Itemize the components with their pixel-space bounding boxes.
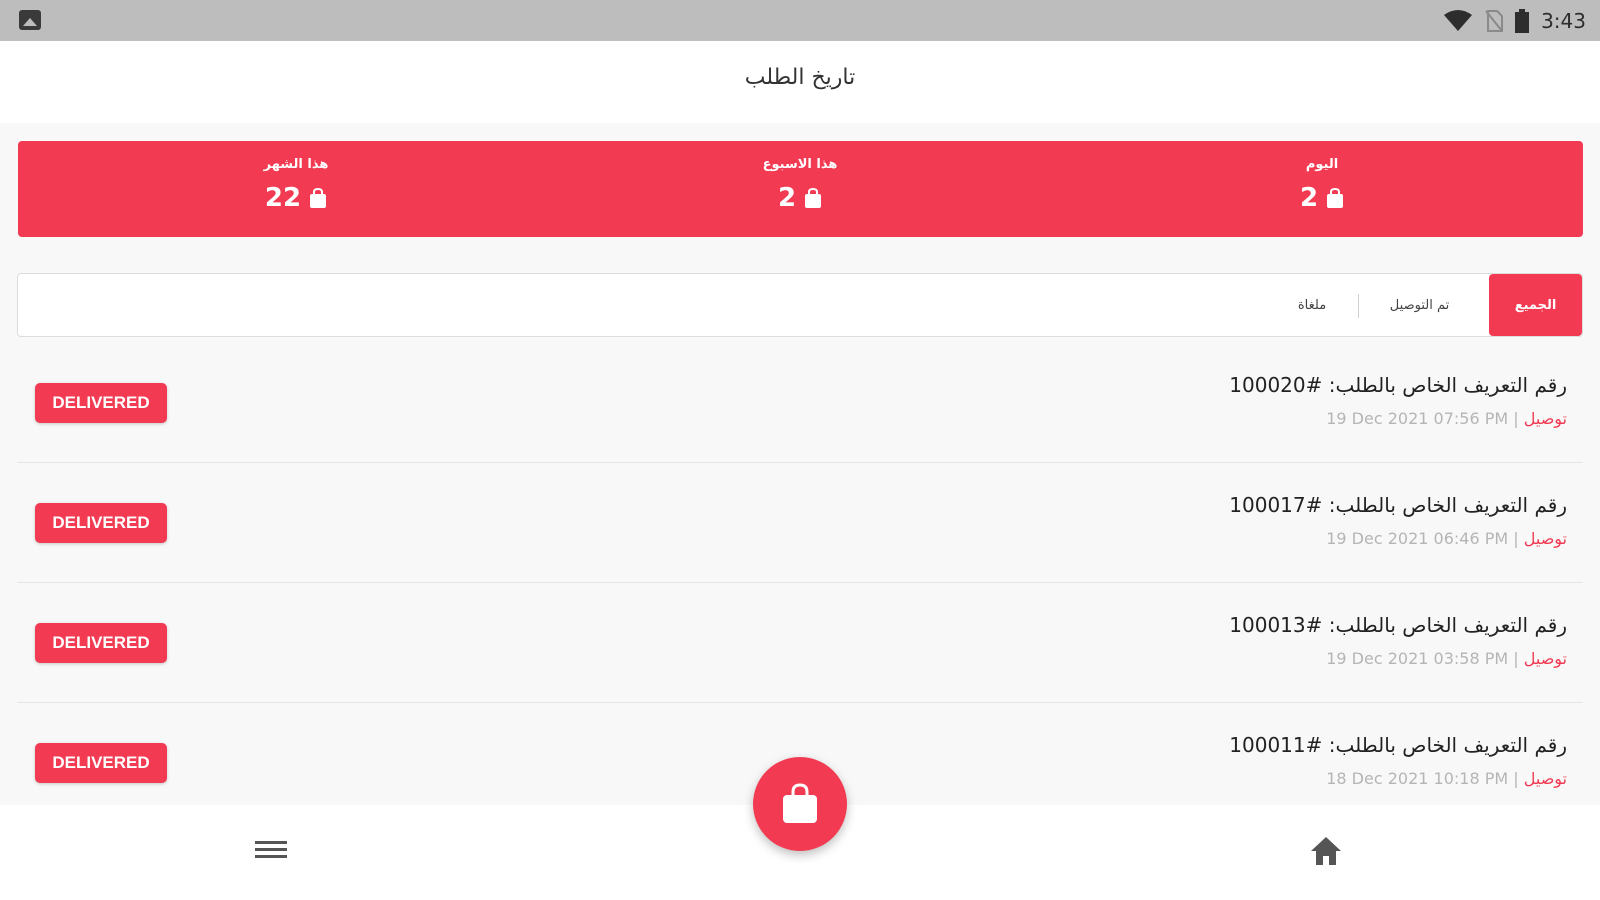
order-type: توصيل [1523, 769, 1567, 788]
stats-banner: هذا الشهر 22 هذا الاسبوع 2 اليوم 2 [18, 141, 1583, 237]
clock-time: 3:43 [1541, 9, 1586, 33]
order-meta: توصيل | 19 Dec 2021 06:46 PM [1326, 529, 1567, 548]
menu-icon[interactable] [255, 837, 289, 865]
wifi-icon [1444, 10, 1473, 31]
order-row[interactable]: DELIVERED رقم التعريف الخاص بالطلب: #100… [17, 583, 1583, 703]
status-badge: DELIVERED [35, 743, 167, 783]
status-icons: 3:43 [1443, 6, 1586, 36]
order-type: توصيل [1523, 649, 1567, 668]
bag-icon [1327, 188, 1344, 208]
stat-today: اليوم 2 [1222, 141, 1422, 237]
order-id: رقم التعريف الخاص بالطلب: #100011 [1229, 733, 1567, 757]
battery-icon [1515, 9, 1530, 33]
cart-fab-button[interactable] [753, 757, 847, 851]
order-id: رقم التعريف الخاص بالطلب: #100017 [1229, 493, 1567, 517]
orders-list: DELIVERED رقم التعريف الخاص بالطلب: #100… [17, 343, 1583, 823]
status-badge: DELIVERED [35, 623, 167, 663]
stat-today-label: اليوم [1305, 157, 1339, 172]
page-title: تاريخ الطلب [744, 65, 856, 90]
bag-icon [310, 188, 327, 208]
stat-today-value: 2 [1299, 183, 1319, 213]
order-date: 19 Dec 2021 06:46 PM [1326, 529, 1509, 548]
filter-tabs: الجميع تم التوصيل ملغاة [17, 273, 1583, 337]
home-icon[interactable] [1309, 834, 1343, 868]
order-id: رقم التعريف الخاص بالطلب: #100020 [1229, 373, 1567, 397]
order-meta: توصيل | 19 Dec 2021 03:58 PM [1326, 649, 1567, 668]
stat-week-label: هذا الاسبوع [762, 157, 838, 172]
stat-month-value: 22 [264, 183, 302, 213]
status-badge: DELIVERED [35, 383, 167, 423]
bag-icon [805, 188, 822, 208]
order-id: رقم التعريف الخاص بالطلب: #100013 [1229, 613, 1567, 637]
order-type: توصيل [1523, 529, 1567, 548]
status-bar: 3:43 [0, 0, 1600, 41]
order-row[interactable]: DELIVERED رقم التعريف الخاص بالطلب: #100… [17, 343, 1583, 463]
order-date: 19 Dec 2021 07:56 PM [1326, 409, 1509, 428]
stat-month-label: هذا الشهر [263, 157, 329, 172]
order-type: توصيل [1523, 409, 1567, 428]
tab-all[interactable]: الجميع [1489, 274, 1582, 336]
tab-canceled[interactable]: ملغاة [1277, 274, 1347, 336]
tab-delivered[interactable]: تم التوصيل [1367, 274, 1472, 336]
app-header: تاريخ الطلب [0, 41, 1600, 123]
order-meta: توصيل | 19 Dec 2021 07:56 PM [1326, 409, 1567, 428]
gallery-icon [19, 10, 41, 30]
order-date: 19 Dec 2021 03:58 PM [1326, 649, 1509, 668]
order-row[interactable]: DELIVERED رقم التعريف الخاص بالطلب: #100… [17, 463, 1583, 583]
order-date: 18 Dec 2021 10:18 PM [1326, 769, 1509, 788]
shopping-bag-icon [783, 783, 817, 823]
tab-divider [1358, 294, 1359, 318]
no-sim-icon [1485, 10, 1504, 32]
stat-week-value: 2 [777, 183, 797, 213]
order-meta: توصيل | 18 Dec 2021 10:18 PM [1326, 769, 1567, 788]
stat-week: هذا الاسبوع 2 [700, 141, 900, 237]
status-badge: DELIVERED [35, 503, 167, 543]
stat-month: هذا الشهر 22 [196, 141, 396, 237]
